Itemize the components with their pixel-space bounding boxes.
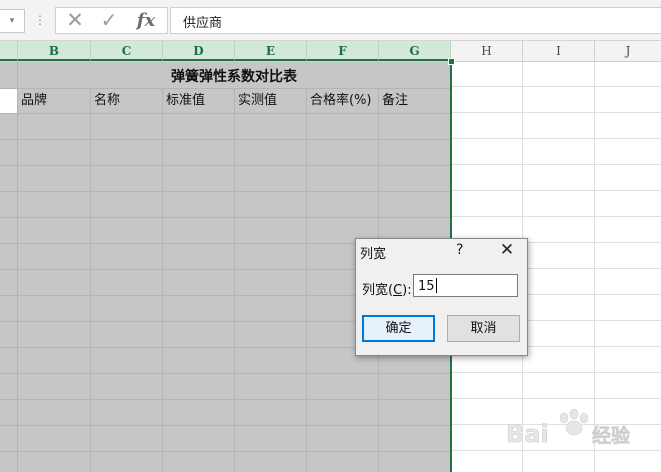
gridline [451,86,661,87]
gridline [162,89,163,472]
chevron-down-icon: ▾ [9,16,15,26]
gridline [451,112,661,113]
name-box-dropdown[interactable]: ▾ [0,9,25,33]
help-icon[interactable]: ? [456,242,463,258]
column-header-j[interactable]: J [595,41,661,61]
column-width-dialog: 列宽 ? ✕ 列宽(C): 15 确定 取消 [355,238,528,356]
formula-content: 供应商 [183,16,223,31]
gridline [451,372,661,373]
dialog-title: 列宽 [360,247,387,262]
cancel-button[interactable]: 取消 [447,315,520,342]
text-caret [435,278,437,293]
gridline [451,398,661,399]
close-icon[interactable]: ✕ [497,240,517,260]
header-cell-measured[interactable]: 实测值 [235,89,277,113]
gridline [306,89,307,472]
gridline [17,62,18,472]
gridline [0,191,451,192]
column-header-a[interactable] [0,41,18,61]
gridline [451,216,661,217]
gridline [451,164,661,165]
confirm-icon[interactable]: ✓ [92,8,126,33]
header-cell-pass-rate[interactable]: 合格率(%) [307,89,372,113]
column-header-i[interactable]: I [523,41,595,61]
gridline [0,373,451,374]
column-header-e[interactable]: E [235,41,307,61]
svg-text:经验: 经验 [592,424,631,447]
header-cell-standard[interactable]: 标准值 [163,89,205,113]
gridline [234,89,235,472]
gridline [0,451,451,452]
gridline [451,190,661,191]
column-header-h[interactable]: H [451,41,523,61]
cancel-icon[interactable]: ✕ [58,8,92,33]
gridline [451,138,661,139]
gridline [90,89,91,472]
column-headers: B C D E F G H I J [0,41,661,62]
baidu-watermark-icon: Bai 经验 [504,404,654,464]
formula-bar: ▾ ⋮ ✕ ✓ fx 供应商 [0,0,661,41]
baidu-paw-icon: Bai 经验 [506,408,631,448]
header-cell-brand[interactable]: 品牌 [18,89,47,113]
formula-bar-grip-icon: ⋮ [34,13,46,27]
fill-handle[interactable] [448,58,455,65]
gridline [0,217,451,218]
gridline [0,165,451,166]
column-header-c[interactable]: C [91,41,163,61]
ok-button[interactable]: 确定 [362,315,435,342]
header-cell-name[interactable]: 名称 [91,89,120,113]
column-header-f[interactable]: F [307,41,379,61]
sheet-title-cell[interactable]: 弹簧弹性系数对比表 [18,66,450,88]
active-cell[interactable] [0,89,17,113]
column-header-g[interactable]: G [379,41,451,61]
gridline [0,399,451,400]
insert-function-icon[interactable]: fx [129,8,163,33]
gridline [0,113,451,114]
svg-text:Bai: Bai [506,420,549,448]
formula-buttons: ✕ ✓ fx [55,7,168,34]
column-header-b[interactable]: B [18,41,91,61]
gridline [0,139,451,140]
gridline [0,425,451,426]
column-header-d[interactable]: D [163,41,235,61]
column-width-input[interactable]: 15 [413,274,518,297]
column-width-label: 列宽(C): [362,283,412,298]
formula-input[interactable]: 供应商 [170,7,661,34]
header-cell-notes[interactable]: 备注 [379,89,408,113]
